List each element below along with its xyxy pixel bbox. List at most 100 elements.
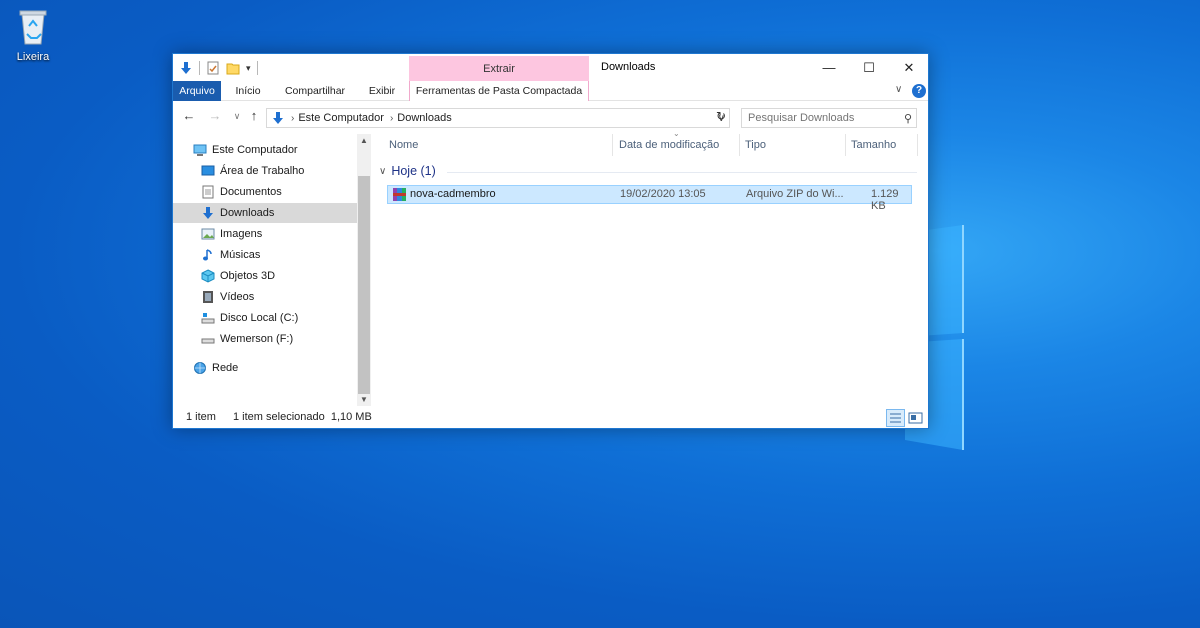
quick-access-toolbar: ▾ [179,58,258,78]
new-folder-icon[interactable] [226,61,240,75]
file-modified: 19/02/2020 13:05 [620,188,706,200]
nav-item-area-de-trabalho[interactable]: Área de Trabalho [173,161,357,181]
nav-item-este-computador[interactable]: Este Computador [173,140,357,160]
search-icon[interactable]: ⚲ [904,110,912,128]
pc-icon [193,144,207,156]
network-icon [194,362,206,374]
tab-arquivo[interactable]: Arquivo [173,81,221,101]
back-arrow-icon[interactable]: ← [181,108,197,124]
drive-icon [201,313,215,324]
ribbon-expand-chevron-icon[interactable]: ∨ [895,84,902,95]
file-explorer-window: ▾ Extrair Downloads — ☐ ✕ Arquivo Início… [172,53,929,429]
navigation-pane: Este Computador Área de Trabalho Documen… [173,134,371,396]
nav-pane-scrollbar[interactable]: ▲ ▼ [357,134,371,406]
maximize-button[interactable]: ☐ [849,54,889,81]
recycle-bin-label: Lixeira [16,51,50,63]
download-arrow-icon[interactable] [179,61,193,75]
nav-item-downloads[interactable]: Downloads [173,203,357,223]
address-bar[interactable]: › Este Computador › Downloads ∨ [266,108,730,128]
nav-item-label: Área de Trabalho [220,165,305,177]
nav-item-label: Vídeos [220,291,255,303]
refresh-icon[interactable]: ↻ [713,108,729,124]
usb-drive-icon [201,338,215,344]
status-bar: 1 item 1 item selecionado 1,10 MB [173,408,928,428]
nav-item-disco-local[interactable]: Disco Local (C:) [173,308,357,328]
toolbar-separator [256,61,258,75]
scrollbar-thumb[interactable] [358,176,370,394]
contextual-tab-group-label[interactable]: Extrair [409,63,589,75]
nav-item-label: Músicas [220,249,261,261]
file-row[interactable]: nova-cadmembro 19/02/2020 13:05 Arquivo … [387,185,912,212]
documents-icon [202,185,214,199]
large-icons-view-icon [908,412,923,424]
customize-toolbar-chevron-icon[interactable]: ▾ [246,63,251,74]
column-header-nome[interactable]: Nome [383,134,611,156]
help-icon[interactable]: ? [912,84,926,98]
column-header-tamanho[interactable]: Tamanho [845,134,917,156]
nav-item-musicas[interactable]: Músicas [173,245,357,265]
recycle-bin[interactable]: Lixeira [12,6,54,63]
nav-item-imagens[interactable]: Imagens [173,224,357,244]
music-icon [203,249,212,261]
breadcrumb-separator-icon: › [291,112,295,124]
large-icons-view-button[interactable] [906,409,925,427]
recycle-bin-icon [19,10,47,45]
file-list-pane: Nome Data de modificação ⌄ Tipo Tamanho … [373,129,929,396]
ribbon-tabs: Arquivo Início Compartilhar Exibir Ferra… [173,81,928,101]
close-button[interactable]: ✕ [889,54,929,81]
search-box[interactable]: ⚲ [741,108,917,128]
nav-item-label: Rede [212,362,239,374]
properties-icon[interactable] [206,61,220,75]
winrar-archive-icon [393,188,406,201]
videos-icon [203,291,213,303]
title-bar: ▾ Extrair Downloads — ☐ ✕ [173,54,929,82]
group-collapse-chevron-icon[interactable]: ∨ [379,166,386,177]
window-title: Downloads [601,61,656,73]
nav-item-label: Imagens [220,228,263,240]
tab-ferramentas-pasta-compactada[interactable]: Ferramentas de Pasta Compactada [409,81,589,101]
nav-item-wemerson[interactable]: Wemerson (F:) [173,329,357,349]
file-name: nova-cadmembro [410,188,496,200]
group-header-hoje[interactable]: ∨ Hoje (1) [379,164,436,178]
status-selection: 1 item selecionado 1,10 MB [233,411,372,423]
scroll-up-arrow-icon[interactable]: ▲ [357,135,371,147]
nav-item-label: Downloads [220,207,275,219]
details-view-button[interactable] [886,409,905,427]
recent-locations-chevron-icon[interactable]: ∨ [229,108,245,124]
3d-objects-icon [201,269,215,283]
nav-item-label: Disco Local (C:) [220,312,299,324]
nav-item-objetos-3d[interactable]: Objetos 3D [173,266,357,286]
scroll-down-arrow-icon[interactable]: ▼ [357,394,371,406]
file-size: 1.129 KB [871,188,899,212]
file-type: Arquivo ZIP do Wi... [746,188,844,200]
nav-item-rede[interactable]: Rede [173,358,357,378]
downloads-folder-icon [273,112,283,124]
details-view-icon [890,413,901,423]
tab-exibir[interactable]: Exibir [359,81,405,101]
breadcrumb-downloads[interactable]: Downloads [397,112,451,124]
forward-arrow-icon[interactable]: → [207,108,223,124]
toolbar-separator [199,61,200,75]
tab-compartilhar[interactable]: Compartilhar [277,81,353,101]
group-label: Hoje (1) [391,164,436,178]
downloads-icon [203,207,213,219]
status-item-count: 1 item [186,411,216,423]
pictures-icon [201,228,215,240]
nav-item-label: Objetos 3D [220,270,276,282]
nav-item-documentos[interactable]: Documentos [173,182,357,202]
minimize-button[interactable]: — [809,54,849,81]
sort-indicator-icon: ⌄ [673,129,680,138]
column-separator[interactable] [917,134,918,156]
nav-item-label: Wemerson (F:) [220,333,294,345]
desktop-icon [201,165,215,176]
address-row: ← → ∨ ↑ › Este Computador › Downloads ∨ … [173,102,928,132]
group-divider [447,172,917,173]
column-header-tipo[interactable]: Tipo [739,134,845,156]
breadcrumb-separator-icon: › [389,112,394,124]
breadcrumb-este-computador[interactable]: Este Computador [298,112,384,124]
nav-item-label: Documentos [220,186,282,198]
up-arrow-icon[interactable]: ↑ [246,108,262,124]
search-input[interactable] [748,112,898,124]
tab-inicio[interactable]: Início [223,81,273,101]
nav-item-videos[interactable]: Vídeos [173,287,357,307]
